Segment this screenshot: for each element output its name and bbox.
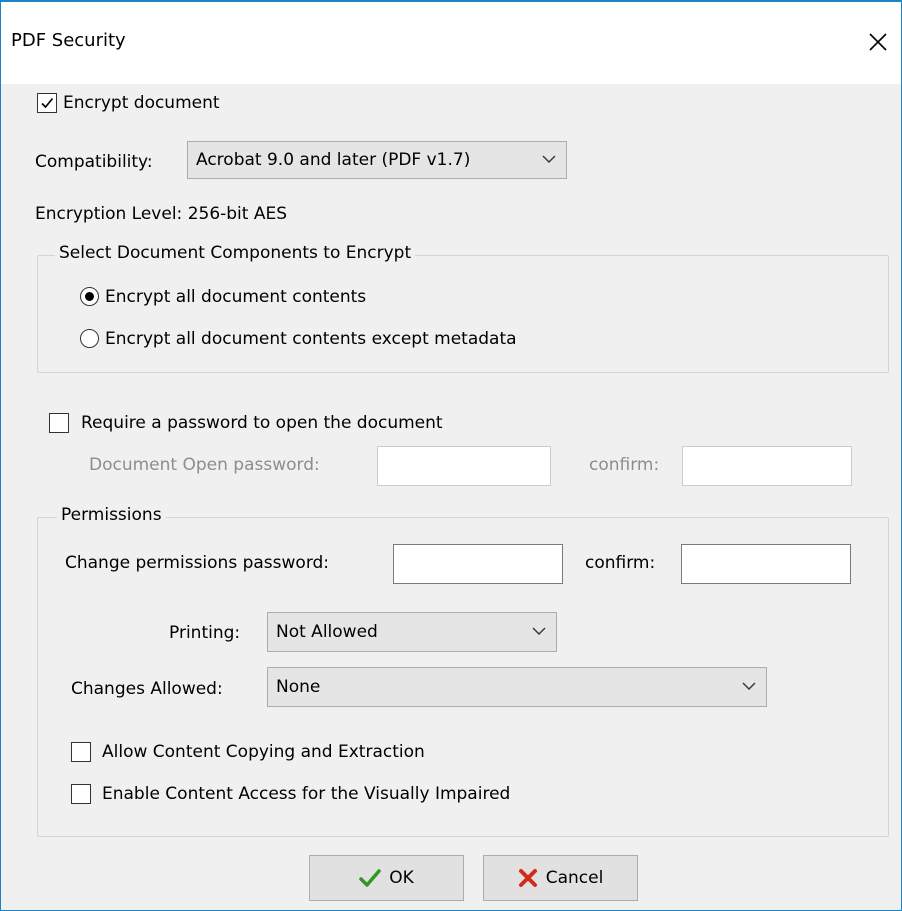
window-title: PDF Security <box>11 30 126 51</box>
printing-select[interactable]: Not Allowed <box>267 612 557 652</box>
changes-allowed-value: None <box>276 677 321 697</box>
open-password-confirm-label: confirm: <box>589 455 660 475</box>
changes-allowed-select[interactable]: None <box>267 667 767 707</box>
allow-copying-checkbox[interactable] <box>71 742 91 762</box>
components-group <box>37 255 889 373</box>
ok-button[interactable]: OK <box>309 855 464 901</box>
allow-copying-label: Allow Content Copying and Extraction <box>102 742 425 762</box>
open-password-confirm-input[interactable] <box>682 446 852 486</box>
close-button[interactable] <box>855 16 901 68</box>
components-group-title: Select Document Components to Encrypt <box>55 243 416 263</box>
require-open-password-label: Require a password to open the document <box>81 413 443 433</box>
encrypt-document-label: Encrypt document <box>63 93 220 113</box>
encryption-level-label: Encryption Level: <box>35 204 183 224</box>
chevron-down-icon <box>742 682 756 690</box>
printing-label: Printing: <box>169 623 241 643</box>
encrypt-all-radio[interactable] <box>80 287 99 306</box>
encryption-level-value: 256-bit AES <box>187 204 288 224</box>
encrypt-all-label: Encrypt all document contents <box>105 287 367 307</box>
permissions-confirm-label: confirm: <box>585 553 656 573</box>
compatibility-value: Acrobat 9.0 and later (PDF v1.7) <box>196 150 471 170</box>
encrypt-except-metadata-radio[interactable] <box>80 329 99 348</box>
enable-access-label: Enable Content Access for the Visually I… <box>102 784 511 804</box>
require-open-password-checkbox[interactable] <box>49 413 69 433</box>
chevron-down-icon <box>532 627 546 635</box>
cancel-button-label: Cancel <box>545 868 604 888</box>
permissions-group-title: Permissions <box>57 505 166 525</box>
open-password-label: Document Open password: <box>89 455 320 475</box>
permissions-password-input[interactable] <box>393 544 563 584</box>
title-bar: PDF Security <box>1 2 901 84</box>
changes-allowed-label: Changes Allowed: <box>71 679 223 699</box>
x-icon <box>518 869 537 887</box>
compatibility-select[interactable]: Acrobat 9.0 and later (PDF v1.7) <box>187 141 567 179</box>
checkmark-icon <box>41 97 54 109</box>
close-icon <box>869 33 887 51</box>
chevron-down-icon <box>542 155 556 163</box>
checkmark-icon <box>359 869 381 887</box>
encrypt-document-checkbox[interactable] <box>37 93 57 113</box>
permissions-password-label: Change permissions password: <box>65 553 330 573</box>
printing-value: Not Allowed <box>276 622 378 642</box>
encryption-level: Encryption Level: 256-bit AES <box>35 204 287 224</box>
open-password-input[interactable] <box>377 446 551 486</box>
compatibility-label: Compatibility: <box>35 152 153 172</box>
cancel-button[interactable]: Cancel <box>483 855 638 901</box>
enable-access-checkbox[interactable] <box>71 784 91 804</box>
encrypt-except-metadata-label: Encrypt all document contents except met… <box>105 329 517 349</box>
permissions-confirm-input[interactable] <box>681 544 851 584</box>
radio-selected-dot <box>85 292 94 301</box>
pdf-security-dialog: PDF Security Encrypt document Compatibil… <box>0 0 902 911</box>
ok-button-label: OK <box>389 868 414 888</box>
